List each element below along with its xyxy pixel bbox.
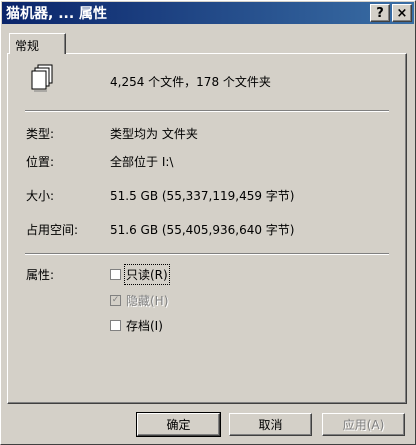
tab-general[interactable]: 常规	[9, 33, 66, 54]
checkbox-checked-icon[interactable]: ✓	[110, 295, 121, 306]
size-label: 大小:	[26, 189, 55, 203]
ok-button[interactable]: 确定	[136, 412, 221, 437]
archive-checkbox-label: 存档(I)	[126, 319, 163, 333]
checkbox-box[interactable]	[110, 320, 121, 331]
separator	[25, 253, 389, 255]
size-on-disk-label: 占用空间:	[26, 223, 79, 237]
hidden-checkbox[interactable]: ✓ 隐藏(H)	[110, 292, 168, 309]
properties-dialog: 猫机器, ... 属性 ? × 常规 4,254 个文件，178 个文件夹 类型…	[0, 0, 416, 445]
attributes-label: 属性:	[26, 268, 55, 282]
cancel-button[interactable]: 取消	[229, 413, 312, 436]
apply-button[interactable]: 应用(A)	[322, 413, 405, 436]
checkbox-box[interactable]	[110, 269, 121, 280]
location-value: 全部位于 I:\	[110, 155, 174, 169]
separator	[25, 110, 389, 112]
files-icon	[31, 64, 53, 92]
tab-general-label: 常规	[15, 39, 40, 53]
hidden-checkbox-label: 隐藏(H)	[126, 294, 169, 308]
readonly-checkbox[interactable]: 只读(R)	[110, 264, 170, 285]
file-count-summary: 4,254 个文件，178 个文件夹	[110, 75, 271, 89]
cancel-button-label: 取消	[258, 418, 283, 432]
close-icon: ×	[396, 5, 408, 21]
ok-button-label: 确定	[166, 418, 191, 432]
apply-button-label: 应用(A)	[342, 418, 385, 432]
size-on-disk-value: 51.6 GB (55,405,936,640 字节)	[110, 223, 295, 237]
title-bar[interactable]: 猫机器, ... 属性 ? ×	[2, 2, 414, 24]
type-value: 类型均为 文件夹	[110, 127, 198, 141]
window-title: 猫机器, ... 属性	[6, 6, 108, 22]
help-icon: ?	[376, 5, 384, 21]
close-button[interactable]: ×	[392, 4, 412, 22]
size-value: 51.5 GB (55,337,119,459 字节)	[110, 189, 295, 203]
help-button[interactable]: ?	[370, 4, 390, 22]
type-label: 类型:	[26, 127, 55, 141]
archive-checkbox[interactable]: 存档(I)	[110, 317, 163, 334]
readonly-checkbox-label: 只读(R)	[124, 264, 170, 285]
location-label: 位置:	[26, 155, 55, 169]
